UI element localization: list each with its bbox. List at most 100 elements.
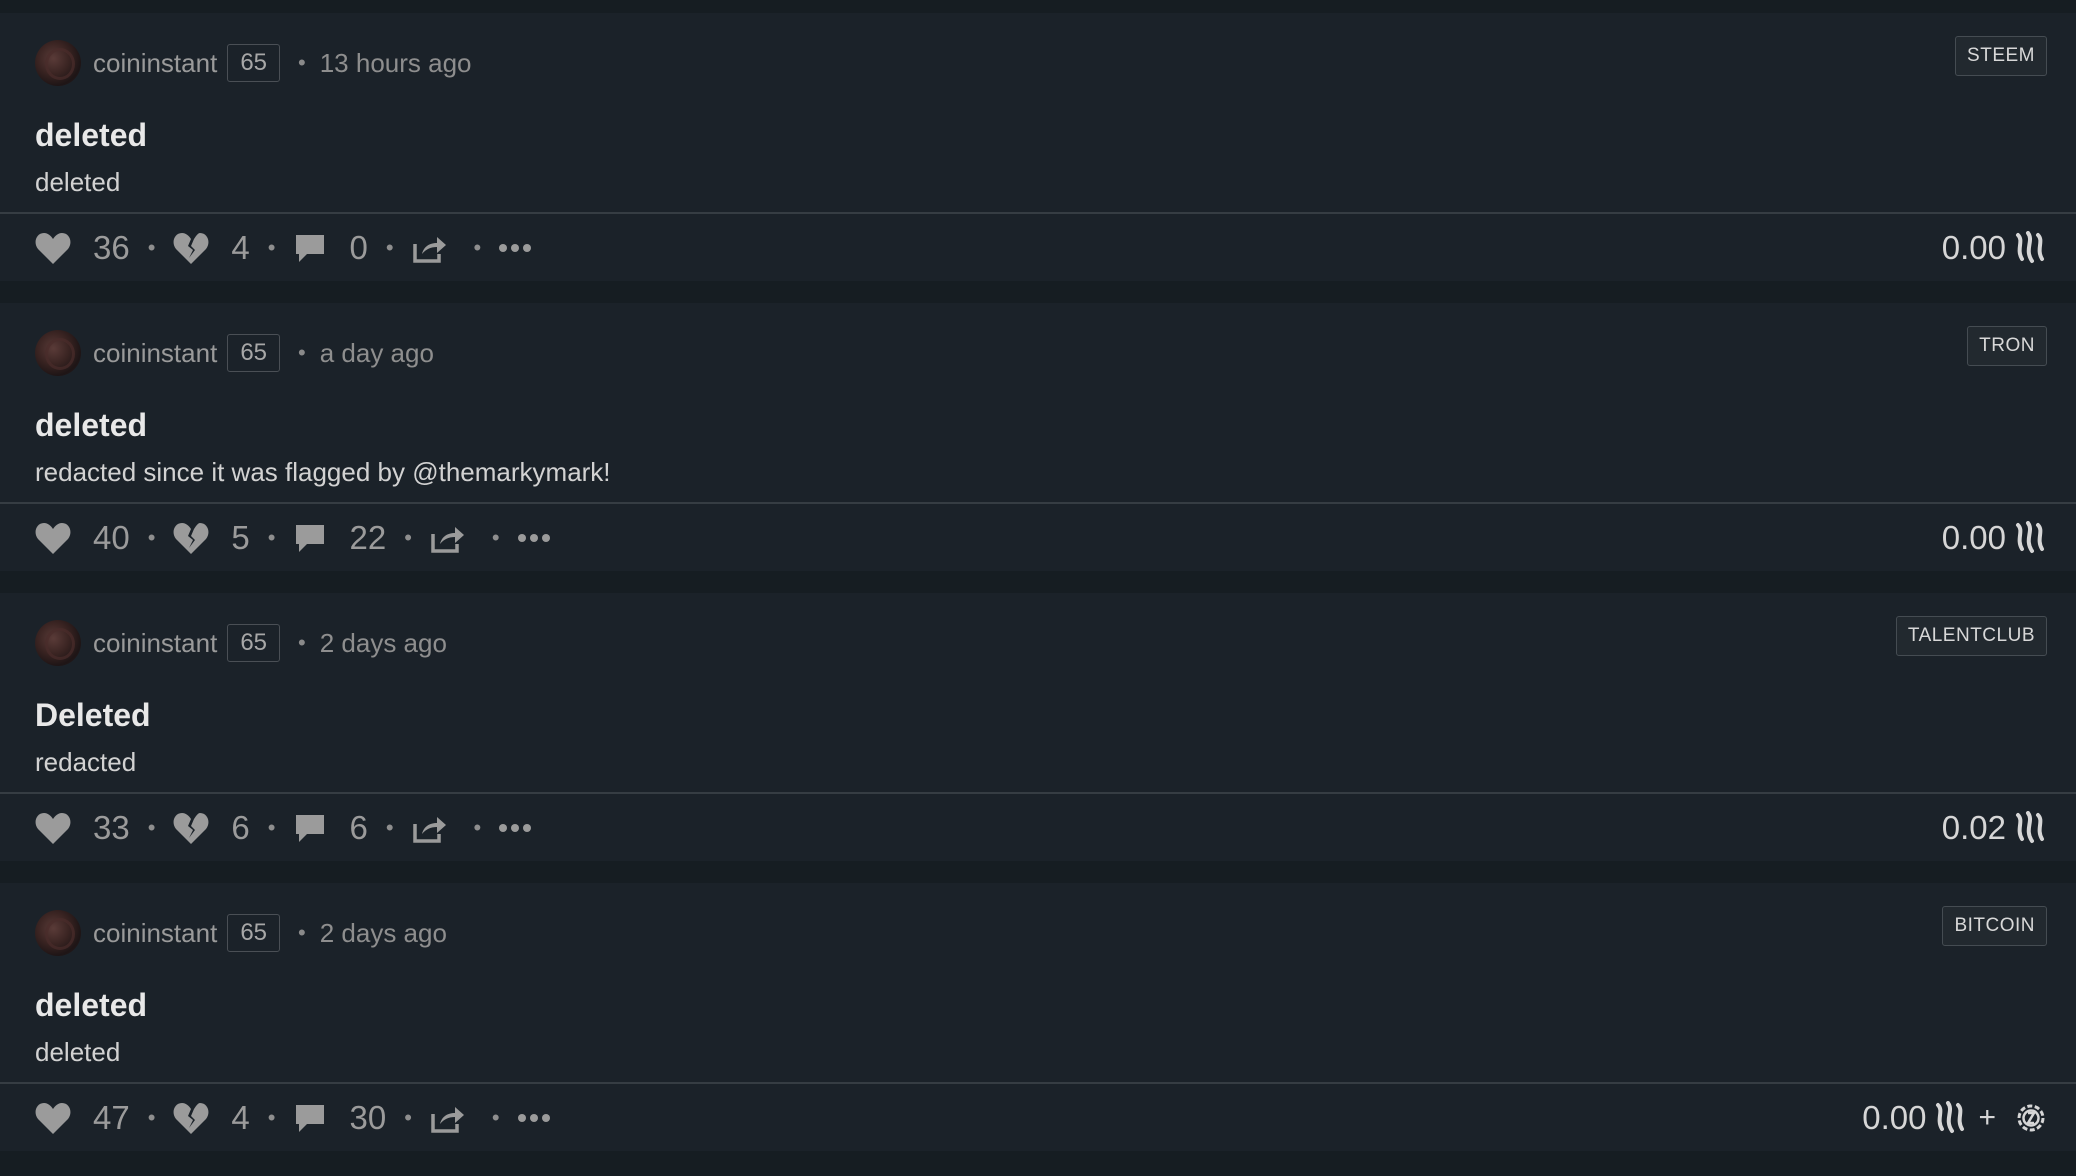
post-title[interactable]: deleted: [35, 407, 147, 444]
tag-link[interactable]: TALENTCLUB: [1895, 616, 2047, 656]
separator-dot: •: [147, 525, 156, 550]
heart-icon[interactable]: [35, 231, 71, 265]
comment-icon[interactable]: [293, 232, 327, 264]
divider: [0, 792, 2076, 794]
tag-link[interactable]: BITCOIN: [1942, 906, 2047, 946]
author-link[interactable]: coininstant: [93, 918, 217, 949]
avatar[interactable]: [35, 910, 81, 956]
upvote-count[interactable]: 33: [93, 809, 130, 847]
avatar[interactable]: [35, 40, 81, 86]
post-time[interactable]: 2 days ago: [320, 628, 447, 659]
tag-link[interactable]: TRON: [1967, 326, 2047, 366]
share-icon[interactable]: [412, 232, 448, 264]
comment-icon[interactable]: [293, 1102, 327, 1134]
post-actions: 40 • 5 • 22 • •: [35, 515, 550, 561]
divider: [0, 212, 2076, 214]
comment-count[interactable]: 0: [349, 229, 367, 267]
payout-value[interactable]: 0.00: [1862, 1099, 1926, 1137]
steem-icon: [2014, 811, 2048, 845]
heart-icon[interactable]: [35, 811, 71, 845]
post-actions: 47 • 4 • 30 • •: [35, 1095, 550, 1141]
divider: [0, 1082, 2076, 1084]
post-time[interactable]: a day ago: [320, 338, 434, 369]
separator-dot: •: [147, 1105, 156, 1130]
comment-count[interactable]: 30: [349, 1099, 386, 1137]
broken-heart-icon[interactable]: [173, 1101, 209, 1135]
upvote-count[interactable]: 36: [93, 229, 130, 267]
post-header: coininstant 65 • 2 days ago: [35, 618, 447, 668]
separator-dot: •: [267, 525, 276, 550]
author-link[interactable]: coininstant: [93, 48, 217, 79]
author-link[interactable]: coininstant: [93, 628, 217, 659]
separator-dot: •: [298, 920, 306, 945]
avatar[interactable]: [35, 620, 81, 666]
steem-icon: [2014, 231, 2048, 265]
payout[interactable]: 0.00 +: [1862, 1095, 2048, 1141]
separator-dot: •: [298, 340, 306, 365]
tag-link[interactable]: STEEM: [1955, 36, 2047, 76]
more-icon[interactable]: [499, 243, 532, 253]
downvote-count[interactable]: 4: [231, 1099, 249, 1137]
post-title[interactable]: deleted: [35, 987, 147, 1024]
payout[interactable]: 0.02: [1942, 805, 2048, 851]
payout-value[interactable]: 0.02: [1942, 809, 2006, 847]
upvote-count[interactable]: 47: [93, 1099, 130, 1137]
heart-icon[interactable]: [35, 521, 71, 555]
broken-heart-icon[interactable]: [173, 521, 209, 555]
separator-dot: •: [298, 630, 306, 655]
separator-dot: •: [298, 50, 306, 75]
separator-dot: •: [473, 815, 482, 840]
post-header: coininstant 65 • a day ago: [35, 328, 434, 378]
reputation-badge: 65: [227, 44, 281, 82]
downvote-count[interactable]: 4: [231, 229, 249, 267]
downvote-count[interactable]: 5: [231, 519, 249, 557]
comment-count[interactable]: 22: [349, 519, 386, 557]
payout[interactable]: 0.00: [1942, 515, 2048, 561]
payout-value[interactable]: 0.00: [1942, 229, 2006, 267]
heart-icon[interactable]: [35, 1101, 71, 1135]
post-time[interactable]: 13 hours ago: [320, 48, 472, 79]
downvote-count[interactable]: 6: [231, 809, 249, 847]
upvote-count[interactable]: 40: [93, 519, 130, 557]
share-icon[interactable]: [412, 812, 448, 844]
share-icon[interactable]: [430, 522, 466, 554]
author-link[interactable]: coininstant: [93, 338, 217, 369]
reputation-badge: 65: [227, 914, 281, 952]
comment-icon[interactable]: [293, 522, 327, 554]
comment-icon[interactable]: [293, 812, 327, 844]
separator-dot: •: [385, 235, 394, 260]
steem-icon: [2014, 521, 2048, 555]
post-time[interactable]: 2 days ago: [320, 918, 447, 949]
more-icon[interactable]: [499, 823, 532, 833]
steem-icon: [1934, 1101, 1968, 1135]
post-actions: 36 • 4 • 0 • •: [35, 225, 532, 271]
share-icon[interactable]: [430, 1102, 466, 1134]
separator-dot: •: [385, 815, 394, 840]
post-feed: coininstant 65 • 13 hours ago STEEM dele…: [0, 13, 2076, 1173]
post-card: coininstant 65 • 2 days ago TALENTCLUB D…: [0, 593, 2076, 861]
separator-dot: •: [147, 815, 156, 840]
post-summary[interactable]: deleted: [35, 167, 120, 198]
separator-dot: •: [491, 525, 500, 550]
divider: [0, 502, 2076, 504]
comment-count[interactable]: 6: [349, 809, 367, 847]
separator-dot: •: [404, 525, 412, 550]
broken-heart-icon[interactable]: [173, 231, 209, 265]
avatar[interactable]: [35, 330, 81, 376]
post-summary[interactable]: deleted: [35, 1037, 120, 1068]
post-summary[interactable]: redacted: [35, 747, 136, 778]
broken-heart-icon[interactable]: [173, 811, 209, 845]
payout[interactable]: 0.00: [1942, 225, 2048, 271]
post-card: coininstant 65 • 13 hours ago STEEM dele…: [0, 13, 2076, 281]
payout-value[interactable]: 0.00: [1942, 519, 2006, 557]
separator-dot: •: [491, 1105, 500, 1130]
post-summary[interactable]: redacted since it was flagged by @themar…: [35, 457, 611, 488]
post-title[interactable]: Deleted: [35, 697, 151, 734]
reputation-badge: 65: [227, 624, 281, 662]
plus-sign: +: [1978, 1101, 1996, 1134]
more-icon[interactable]: [517, 1113, 550, 1123]
post-header: coininstant 65 • 13 hours ago: [35, 38, 472, 88]
separator-dot: •: [147, 235, 156, 260]
post-title[interactable]: deleted: [35, 117, 147, 154]
more-icon[interactable]: [517, 533, 550, 543]
